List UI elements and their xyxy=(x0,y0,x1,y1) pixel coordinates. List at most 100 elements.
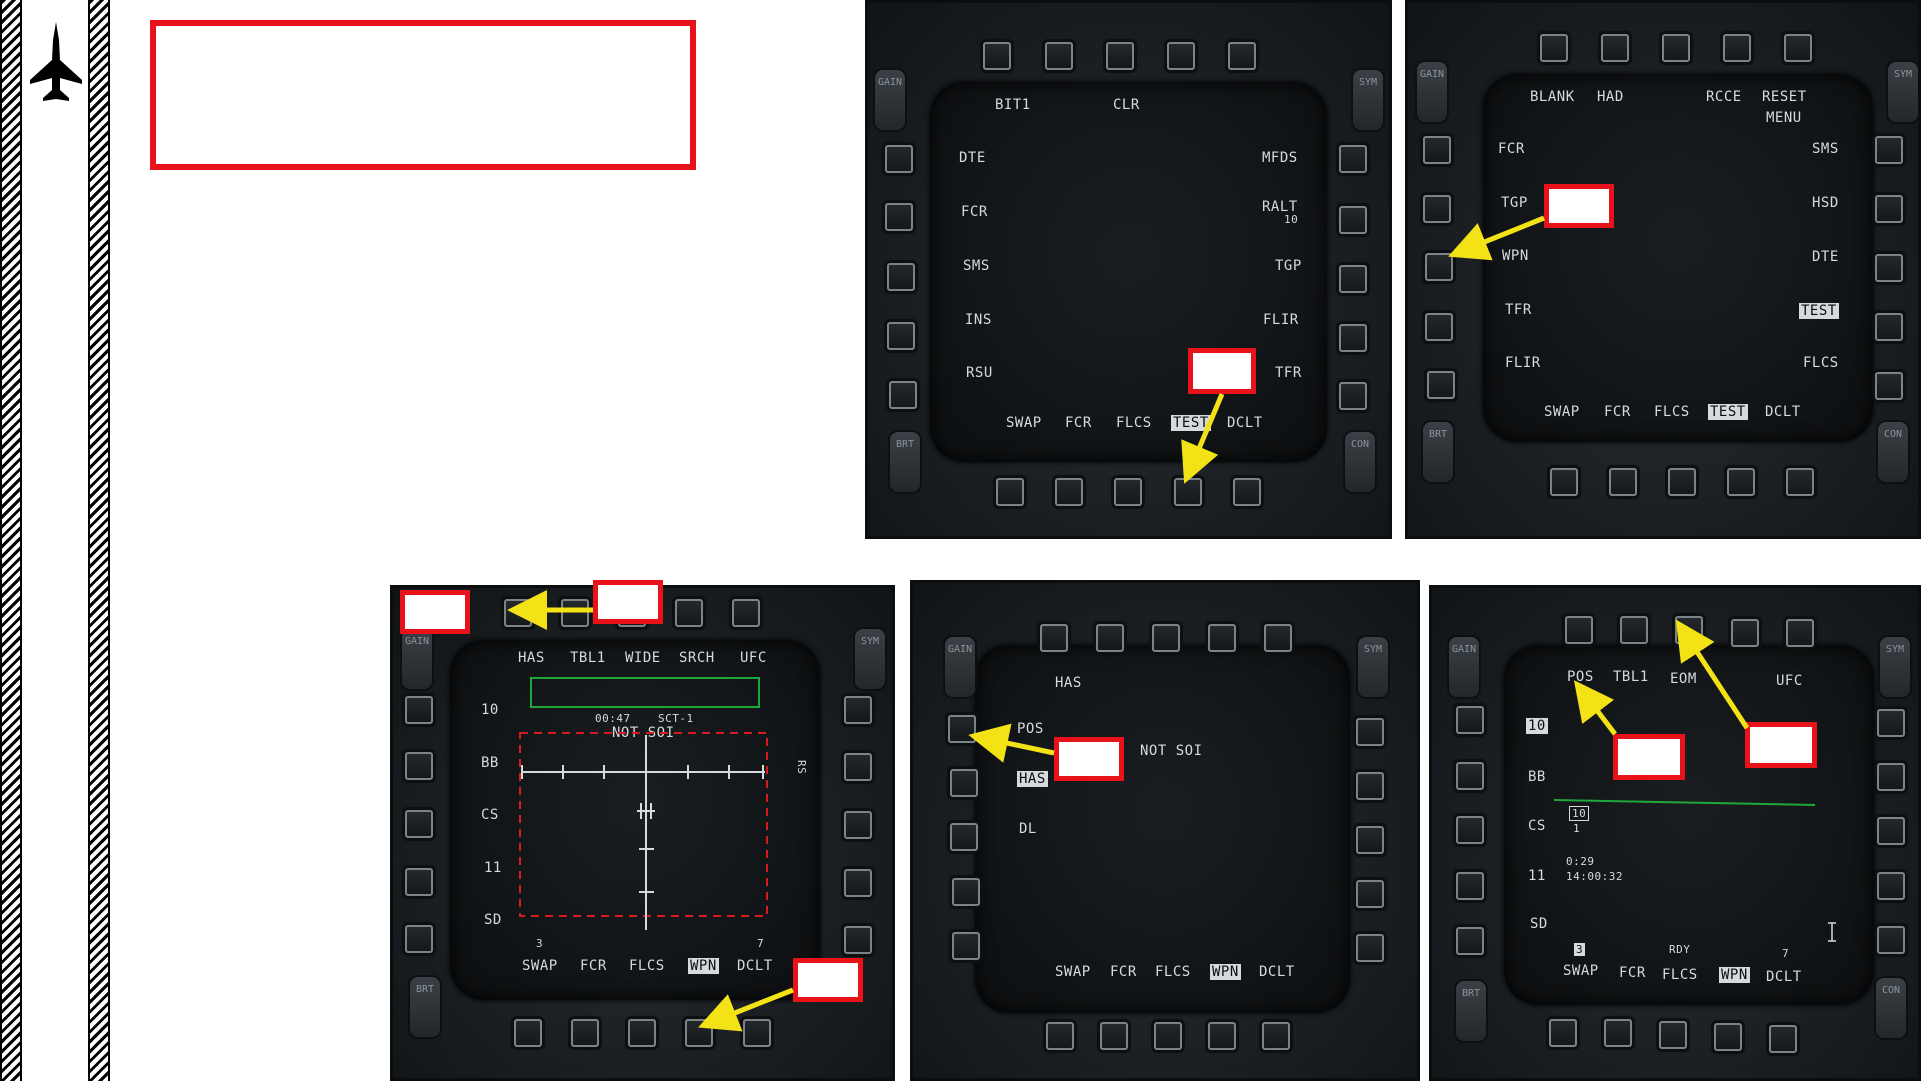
sym-rocker[interactable]: SYM xyxy=(855,629,885,689)
osb-right-4[interactable] xyxy=(1339,324,1367,352)
osb-bottom-2[interactable] xyxy=(1609,468,1637,496)
osb-top-1[interactable] xyxy=(983,42,1011,70)
sym-rocker[interactable]: SYM xyxy=(1353,70,1383,130)
con-rocker[interactable]: CON xyxy=(1878,422,1908,482)
osb-bottom-3[interactable] xyxy=(1668,468,1696,496)
osb-left-2[interactable] xyxy=(885,203,913,231)
osb-top-1[interactable] xyxy=(1540,34,1568,62)
osb-right-5[interactable] xyxy=(1356,934,1384,962)
osb-left-3[interactable] xyxy=(950,823,978,851)
osb-top-2[interactable] xyxy=(1601,34,1629,62)
osb-bottom-2[interactable] xyxy=(1055,478,1083,506)
osb-left-1[interactable] xyxy=(405,696,433,724)
osb-right-4[interactable] xyxy=(1877,872,1905,900)
osb-right-3[interactable] xyxy=(1877,817,1905,845)
osb-bottom-5[interactable] xyxy=(1262,1022,1290,1050)
osb-right-2[interactable] xyxy=(1877,763,1905,791)
osb-left-5[interactable] xyxy=(405,925,433,953)
osb-left-4[interactable] xyxy=(1425,313,1453,341)
osb-bottom-4[interactable] xyxy=(1714,1023,1742,1051)
osb-bottom-4[interactable] xyxy=(685,1019,713,1047)
osb-bottom-1[interactable] xyxy=(1549,1019,1577,1047)
osb-right-2[interactable] xyxy=(1339,206,1367,234)
osb-bottom-2[interactable] xyxy=(571,1019,599,1047)
osb-top-3[interactable] xyxy=(1662,34,1690,62)
osb-bottom-5[interactable] xyxy=(1786,468,1814,496)
osb-left-4[interactable] xyxy=(887,322,915,350)
osb-bottom-3[interactable] xyxy=(628,1019,656,1047)
osb-left-3[interactable] xyxy=(887,263,915,291)
osb-left-1[interactable] xyxy=(948,715,976,743)
osb-right-1[interactable] xyxy=(1339,145,1367,173)
osb-bottom-5[interactable] xyxy=(1769,1025,1797,1053)
osb-right-5[interactable] xyxy=(1877,926,1905,954)
osb-top-2[interactable] xyxy=(561,599,589,627)
brt-rocker[interactable]: BRT xyxy=(1423,422,1453,482)
osb-bottom-4[interactable] xyxy=(1727,468,1755,496)
osb-bottom-1[interactable] xyxy=(1550,468,1578,496)
osb-right-1[interactable] xyxy=(844,696,872,724)
osb-top-2[interactable] xyxy=(1620,616,1648,644)
osb-right-5[interactable] xyxy=(1875,372,1903,400)
osb-top-1[interactable] xyxy=(504,599,532,627)
osb-right-1[interactable] xyxy=(1356,718,1384,746)
osb-top-4[interactable] xyxy=(1208,624,1236,652)
osb-top-3[interactable] xyxy=(1106,42,1134,70)
osb-bottom-4[interactable] xyxy=(1208,1022,1236,1050)
osb-right-5[interactable] xyxy=(844,926,872,954)
osb-right-2[interactable] xyxy=(844,753,872,781)
osb-top-4[interactable] xyxy=(1167,42,1195,70)
osb-left-2[interactable] xyxy=(950,769,978,797)
osb-right-3[interactable] xyxy=(844,811,872,839)
osb-right-4[interactable] xyxy=(1875,313,1903,341)
brt-rocker[interactable]: BRT xyxy=(410,977,440,1037)
sym-rocker[interactable]: SYM xyxy=(1888,62,1918,122)
osb-top-1[interactable] xyxy=(1565,616,1593,644)
gain-rocker[interactable]: GAIN xyxy=(402,629,432,689)
osb-left-3[interactable] xyxy=(1425,253,1453,281)
gain-rocker[interactable]: GAIN xyxy=(875,70,905,130)
osb-right-3[interactable] xyxy=(1339,265,1367,293)
osb-bottom-1[interactable] xyxy=(514,1019,542,1047)
osb-left-5[interactable] xyxy=(889,381,917,409)
osb-top-2[interactable] xyxy=(1045,42,1073,70)
osb-right-2[interactable] xyxy=(1875,195,1903,223)
osb-left-5[interactable] xyxy=(952,932,980,960)
osb-left-1[interactable] xyxy=(1456,706,1484,734)
osb-bottom-3[interactable] xyxy=(1114,478,1142,506)
osb-top-5[interactable] xyxy=(1264,624,1292,652)
osb-bottom-3[interactable] xyxy=(1154,1022,1182,1050)
osb-top-1[interactable] xyxy=(1040,624,1068,652)
osb-right-3[interactable] xyxy=(1875,254,1903,282)
gain-rocker[interactable]: GAIN xyxy=(1417,62,1447,122)
osb-bottom-2[interactable] xyxy=(1604,1019,1632,1047)
osb-right-1[interactable] xyxy=(1877,709,1905,737)
osb-left-3[interactable] xyxy=(405,810,433,838)
osb-bottom-1[interactable] xyxy=(996,478,1024,506)
osb-bottom-4[interactable] xyxy=(1174,478,1202,506)
gain-rocker[interactable]: GAIN xyxy=(945,637,975,697)
osb-top-3[interactable] xyxy=(1152,624,1180,652)
osb-top-5[interactable] xyxy=(1228,42,1256,70)
osb-right-3[interactable] xyxy=(1356,826,1384,854)
osb-right-5[interactable] xyxy=(1339,382,1367,410)
osb-left-2[interactable] xyxy=(1423,195,1451,223)
osb-left-2[interactable] xyxy=(1456,762,1484,790)
sym-rocker[interactable]: SYM xyxy=(1358,637,1388,697)
sym-rocker[interactable]: SYM xyxy=(1880,637,1910,697)
osb-bottom-2[interactable] xyxy=(1100,1022,1128,1050)
osb-top-3[interactable] xyxy=(1675,616,1703,644)
brt-rocker[interactable]: BRT xyxy=(890,432,920,492)
osb-top-5[interactable] xyxy=(732,599,760,627)
osb-right-2[interactable] xyxy=(1356,772,1384,800)
osb-top-5[interactable] xyxy=(1784,34,1812,62)
osb-top-4[interactable] xyxy=(1723,34,1751,62)
osb-left-4[interactable] xyxy=(952,878,980,906)
con-rocker[interactable]: CON xyxy=(1345,432,1375,492)
osb-left-1[interactable] xyxy=(1423,136,1451,164)
osb-left-2[interactable] xyxy=(405,752,433,780)
osb-right-1[interactable] xyxy=(1875,136,1903,164)
osb-left-5[interactable] xyxy=(1456,927,1484,955)
osb-top-2[interactable] xyxy=(1096,624,1124,652)
osb-right-4[interactable] xyxy=(1356,880,1384,908)
